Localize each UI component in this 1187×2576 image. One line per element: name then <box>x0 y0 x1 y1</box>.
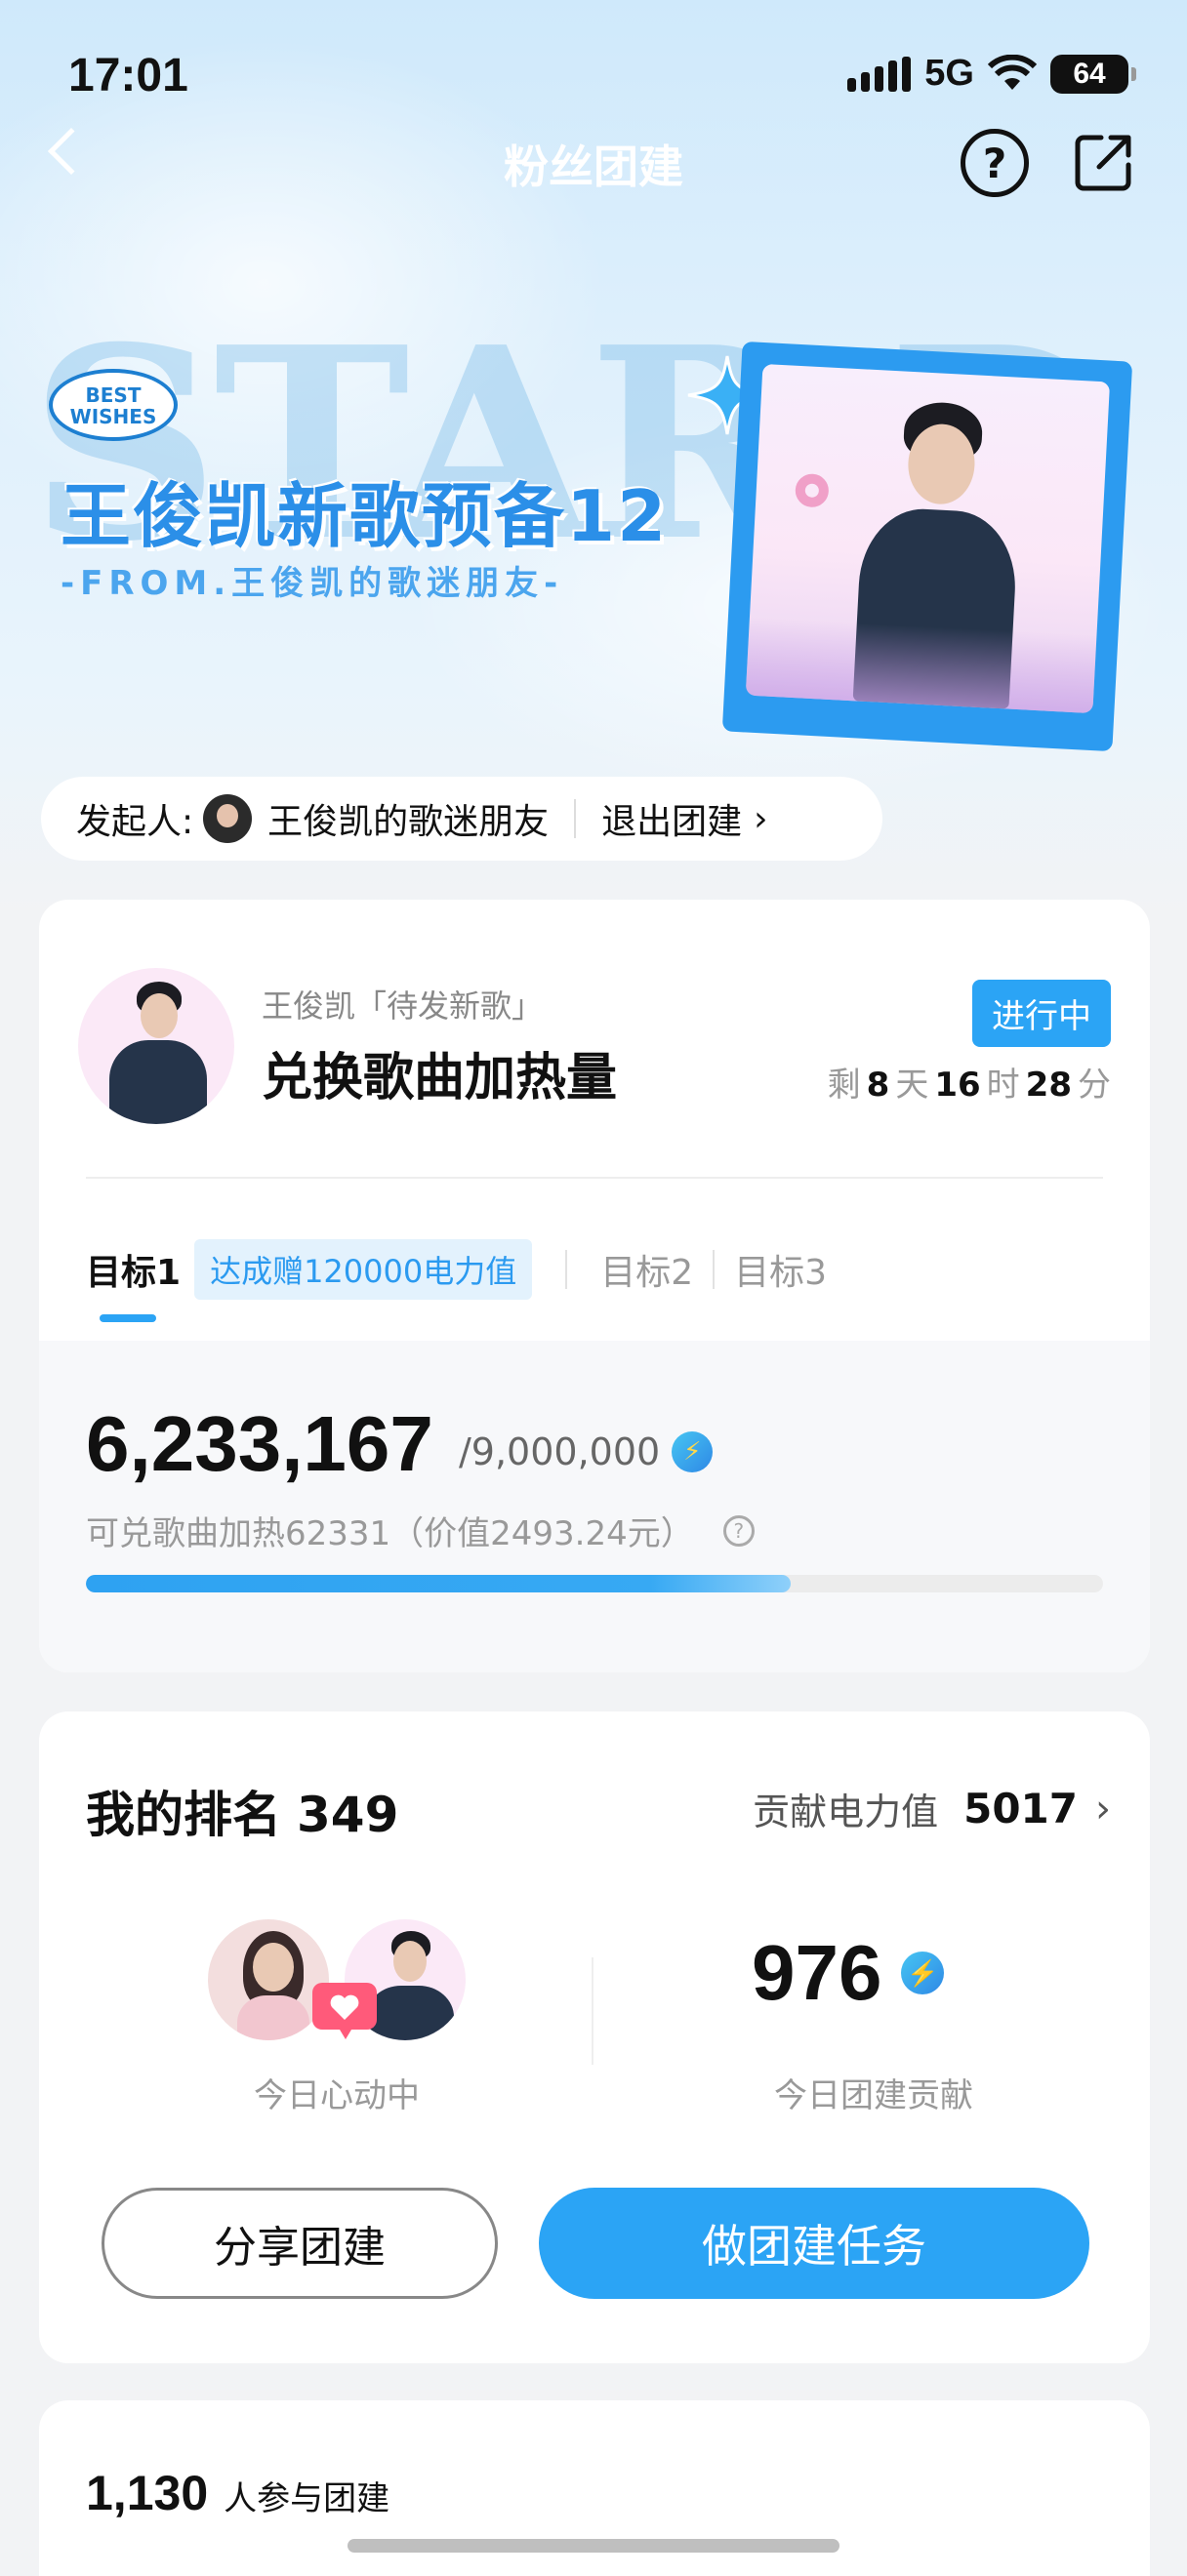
status-bar: 17:01 5G 64 <box>0 0 1187 146</box>
tab-goal1[interactable]: 目标1 <box>86 1244 181 1322</box>
participants-count: 1,130 人参与团建 <box>86 2465 389 2521</box>
initiator-avatar <box>203 794 253 843</box>
divider <box>86 1177 1103 1179</box>
tab-goal2[interactable]: 目标2 <box>600 1244 693 1295</box>
participants-label: 人参与团建 <box>224 2479 390 2518</box>
signal-icon <box>847 56 912 92</box>
goal-description: 可兑歌曲加热62331（价值2493.24元） ? <box>86 1507 755 1554</box>
song-artist: 王俊凯「待发新歌」 <box>262 987 544 1025</box>
divider <box>592 1957 594 2065</box>
badge-line: WISHES <box>69 405 157 428</box>
initiator-name: 王俊凯的歌迷朋友 <box>267 802 550 842</box>
goal-total: /9,000,000 ⚡ <box>459 1430 714 1473</box>
status-time: 17:01 <box>68 50 188 101</box>
hero-title: 王俊凯新歌预备12 <box>61 475 669 557</box>
share-team-button[interactable]: 分享团建 <box>102 2188 498 2299</box>
goal1-reward-badge: 达成赠120000电力值 <box>194 1239 533 1300</box>
song-avatar <box>78 968 234 1124</box>
today-contribution-value: 976 <box>752 1929 882 2016</box>
chevron-right-icon[interactable]: › <box>1095 1787 1111 1831</box>
do-team-task-button[interactable]: 做团建任务 <box>539 2188 1089 2299</box>
wifi-icon <box>988 54 1037 90</box>
initiator-bar: 发起人: 王俊凯的歌迷朋友 退出团建 › <box>41 777 882 861</box>
lightning-icon: ⚡ <box>901 1952 945 1994</box>
goal-progress-panel: 6,233,167 /9,000,000 ⚡ 可兑歌曲加热62331（价值249… <box>39 1341 1150 1672</box>
artist-photo <box>745 363 1111 714</box>
goal-current-value: 6,233,167 <box>86 1400 433 1487</box>
home-indicator[interactable] <box>348 2539 839 2553</box>
divider <box>565 1250 568 1289</box>
artist-photo-card <box>721 341 1133 752</box>
battery-icon: 64 <box>1050 54 1136 94</box>
divider <box>574 799 577 838</box>
day-unit: 天 <box>895 1066 929 1105</box>
initiator-label: 发起人: <box>76 802 194 842</box>
remaining-hours: 16 <box>934 1066 981 1105</box>
best-wishes-badge: BEST WISHES <box>49 369 178 441</box>
remaining-prefix: 剩 <box>827 1066 861 1105</box>
goal-tabs: 目标1 达成赠120000电力值 目标2 目标3 <box>86 1239 827 1322</box>
goal-description-text: 可兑歌曲加热62331（价值2493.24元） <box>86 1514 694 1553</box>
help-icon[interactable]: ? <box>722 1514 755 1547</box>
rank-card: 我的排名 349 贡献电力值 5017 › 今日心动中 976 ⚡ 今日团建贡献… <box>39 1711 1150 2363</box>
share-icon[interactable] <box>1074 132 1134 192</box>
tab-goal3[interactable]: 目标3 <box>734 1244 827 1295</box>
divider <box>713 1250 716 1289</box>
contribution-link[interactable]: 贡献电力值 5017 › <box>753 1782 1111 1835</box>
status-icons: 5G 64 <box>847 53 1136 95</box>
goal-progress-fill <box>86 1575 791 1592</box>
badge-line: BEST <box>85 383 142 407</box>
donut-icon <box>794 472 830 508</box>
goal-card: 王俊凯「待发新歌」 兑换歌曲加热量 进行中 剩 8 天 16 时 28 分 目标1 达成赠1… <box>39 900 1150 1672</box>
participants-number: 1,130 <box>86 2466 209 2520</box>
contribution-value: 5017 <box>963 1785 1078 1832</box>
exit-team-button[interactable]: 退出团建 <box>601 793 742 844</box>
today-contribution: 976 ⚡ <box>752 1928 945 2018</box>
network-type: 5G <box>924 53 974 94</box>
status-badge: 进行中 <box>972 980 1111 1047</box>
my-rank: 我的排名 349 <box>86 1776 398 1846</box>
chevron-right-icon[interactable]: › <box>754 799 767 839</box>
goal-total-value: /9,000,000 <box>459 1430 661 1473</box>
my-rank-label: 我的排名 <box>86 1787 281 1843</box>
minute-unit: 分 <box>1078 1066 1111 1105</box>
lightning-icon: ⚡ <box>672 1431 714 1472</box>
song-title: 兑换歌曲加热量 <box>262 1049 618 1107</box>
remaining-minutes: 28 <box>1025 1066 1072 1105</box>
today-contribution-label: 今日团建贡献 <box>774 2076 973 2115</box>
heartbeat-avatars[interactable] <box>205 1916 498 2053</box>
heartbeat-label: 今日心动中 <box>254 2076 420 2115</box>
remaining-days: 8 <box>866 1066 890 1105</box>
contribution-label: 贡献电力值 <box>753 1791 939 1833</box>
help-button[interactable]: ? <box>961 129 1029 197</box>
hour-unit: 时 <box>986 1066 1020 1105</box>
goal-progress-bar <box>86 1575 1103 1592</box>
heart-icon <box>312 1983 377 2039</box>
remaining-time: 剩 8 天 16 时 28 分 <box>828 1058 1111 1106</box>
my-rank-value: 349 <box>297 1787 399 1843</box>
hero-subtitle: -FROM.王俊凯的歌迷朋友- <box>61 564 564 603</box>
